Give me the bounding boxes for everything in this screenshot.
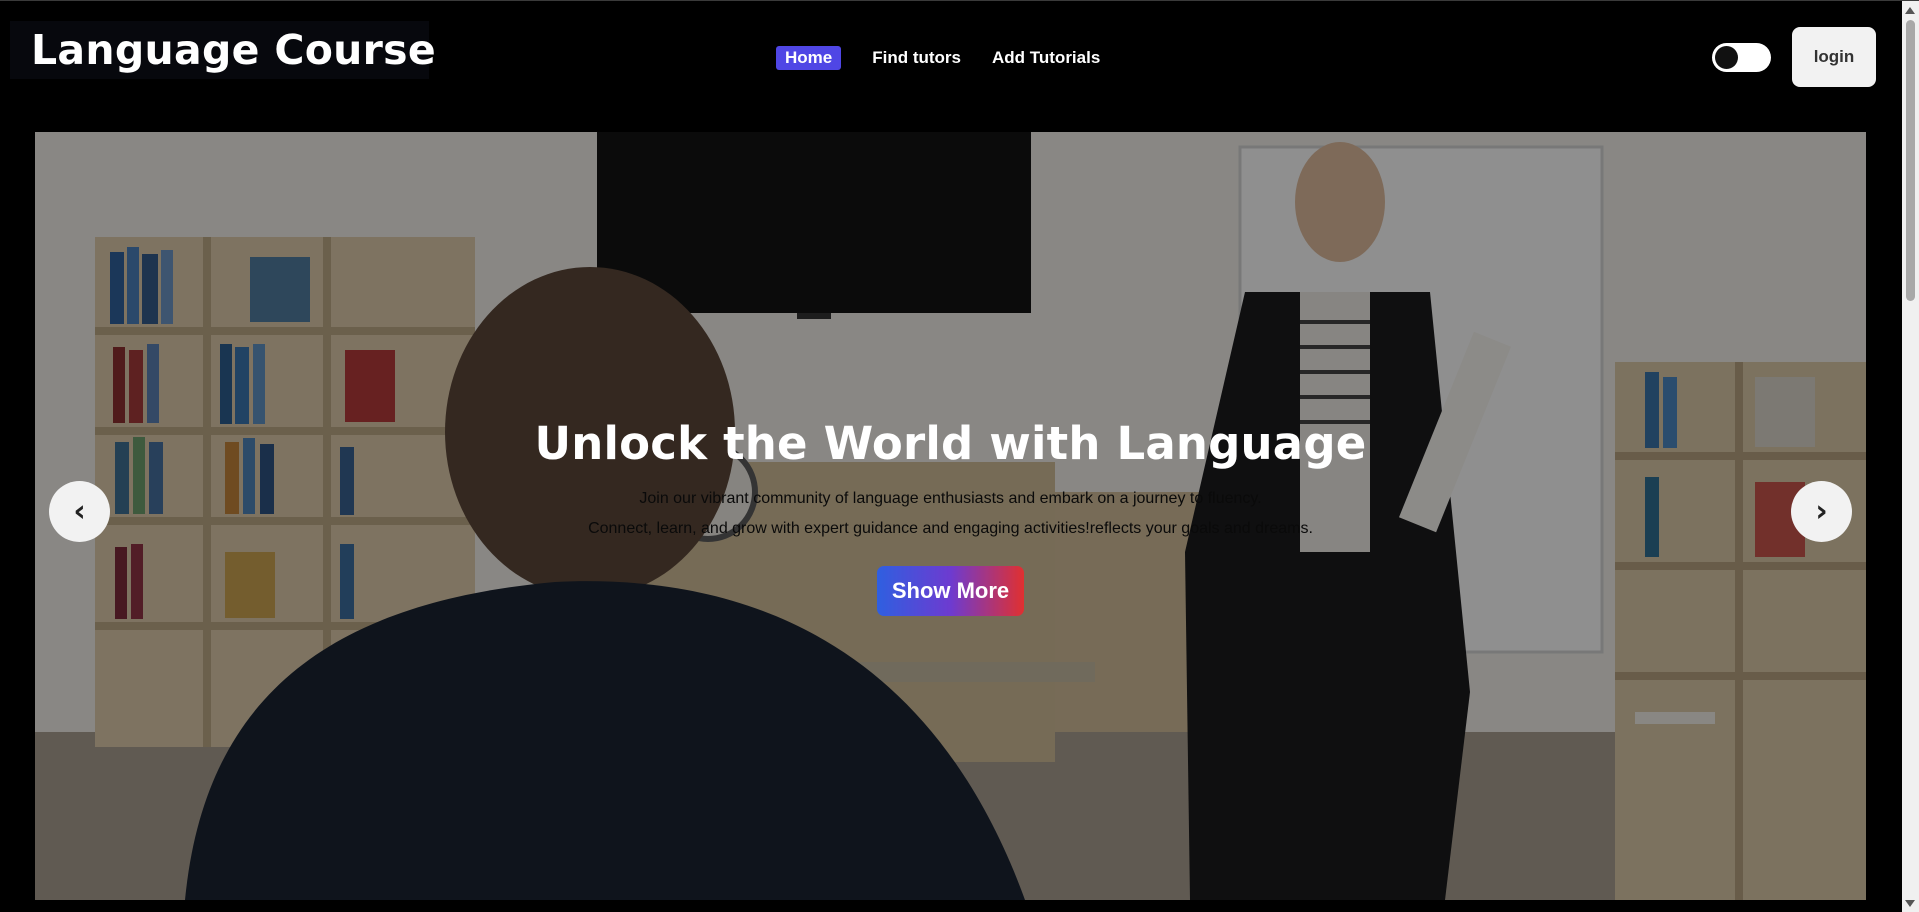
main-nav: Home Find tutors Add Tutorials [776,45,1131,71]
brand-title: Language Course [31,26,436,74]
login-button[interactable]: login [1792,27,1876,87]
hero-content: Unlock the World with Language Join our … [35,417,1866,616]
toggle-knob [1715,46,1738,69]
show-more-button[interactable]: Show More [876,566,1025,616]
scroll-up-icon[interactable] [1905,7,1915,14]
page-scrollbar[interactable] [1902,1,1919,912]
hero-description-line-2: Connect, learn, and grow with expert gui… [588,520,1313,537]
carousel-prev-button[interactable]: ‹ [49,481,110,542]
brand-logo[interactable]: Language Course [10,21,436,79]
page: Language Course Home Find tutors Add Tut… [0,0,1919,912]
theme-toggle[interactable] [1712,43,1771,72]
scrollbar-thumb[interactable] [1906,20,1915,301]
nav-item-home[interactable]: Home [776,46,842,70]
hero-carousel: Unlock the World with Language Join our … [35,132,1866,900]
hero-description-line-1: Join our vibrant community of language e… [639,490,1262,507]
hero-title: Unlock the World with Language [534,417,1367,470]
scroll-down-icon[interactable] [1905,900,1915,907]
chevron-right-icon: › [1815,494,1828,529]
carousel-next-button[interactable]: › [1791,481,1852,542]
nav-item-find-tutors[interactable]: Find tutors [872,48,961,68]
chevron-left-icon: ‹ [73,494,86,529]
nav-item-add-tutorials[interactable]: Add Tutorials [992,48,1100,68]
hero-description: Join our vibrant community of language e… [35,484,1866,544]
